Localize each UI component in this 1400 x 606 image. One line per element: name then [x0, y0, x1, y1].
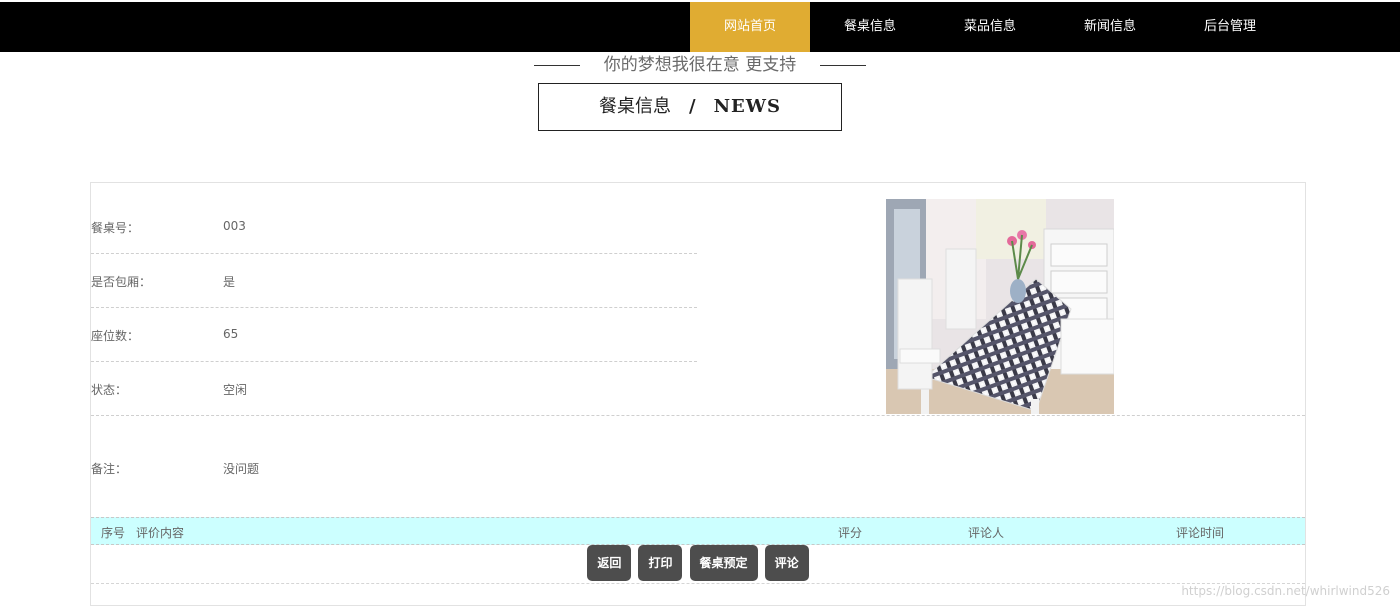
detail-row-status: 状态： 空闲	[91, 361, 697, 415]
section-title-cn: 餐桌信息	[599, 96, 672, 117]
section-title-separator: /	[689, 96, 696, 117]
seats-label: 座位数：	[91, 329, 140, 343]
detail-row-private-room: 是否包厢： 是	[91, 253, 697, 308]
slogan-left-rule	[533, 64, 580, 66]
comments-col-score: 评分	[838, 526, 863, 540]
detail-row-remark: 备注： 没问题	[91, 460, 259, 477]
detail-divider	[91, 415, 1305, 416]
table-no-label: 餐桌号：	[91, 221, 140, 235]
slogan-text: 你的梦想我很在意 更支持	[603, 55, 797, 75]
section-title-en: NEWS	[713, 96, 781, 117]
private-room-value: 是	[223, 275, 236, 289]
detail-panel: 餐桌号： 003 是否包厢： 是 座位数： 65 状态： 空闲 备注： 没问题 …	[90, 182, 1306, 606]
nav-item-news[interactable]: 新闻信息	[1050, 2, 1170, 52]
nav-item-home[interactable]: 网站首页	[690, 2, 810, 52]
table-no-value: 003	[223, 219, 246, 233]
watermark: https://blog.csdn.net/whirlwind526	[1181, 584, 1390, 598]
status-value: 空闲	[223, 383, 248, 397]
comment-button[interactable]: 评论	[764, 545, 809, 581]
comments-col-time: 评论时间	[1176, 526, 1225, 540]
nav-item-admin[interactable]: 后台管理	[1170, 2, 1290, 52]
action-buttons: 返回 打印 餐桌预定 评论	[91, 545, 1305, 581]
detail-row-seats: 座位数： 65	[91, 307, 697, 362]
detail-row-table-no: 餐桌号： 003	[91, 199, 697, 254]
nav-item-dishes[interactable]: 菜品信息	[930, 2, 1050, 52]
panel-bottom-divider	[91, 583, 1305, 584]
print-button[interactable]: 打印	[638, 545, 683, 581]
status-label: 状态：	[91, 383, 128, 397]
comments-table-header: 序号 评价内容 评分 评论人 评论时间	[91, 517, 1305, 545]
comments-col-index: 序号	[101, 526, 126, 540]
top-navbar: 网站首页 餐桌信息 菜品信息 新闻信息 后台管理	[0, 2, 1400, 52]
main-nav: 网站首页 餐桌信息 菜品信息 新闻信息 后台管理	[690, 2, 1290, 52]
section-title: 餐桌信息 / NEWS	[538, 83, 842, 131]
table-photo-image	[886, 199, 1114, 414]
remark-value: 没问题	[223, 462, 260, 476]
seats-value: 65	[223, 327, 239, 341]
remark-label: 备注：	[91, 462, 128, 476]
comments-col-content: 评价内容	[136, 526, 185, 540]
reserve-button[interactable]: 餐桌预定	[689, 545, 758, 581]
slogan: 你的梦想我很在意 更支持	[0, 50, 1400, 75]
back-button[interactable]: 返回	[587, 545, 632, 581]
private-room-label: 是否包厢：	[91, 275, 152, 289]
nav-item-tables[interactable]: 餐桌信息	[810, 2, 930, 52]
table-photo	[886, 199, 1114, 414]
comments-col-author: 评论人	[968, 526, 1005, 540]
slogan-right-rule	[820, 64, 867, 66]
